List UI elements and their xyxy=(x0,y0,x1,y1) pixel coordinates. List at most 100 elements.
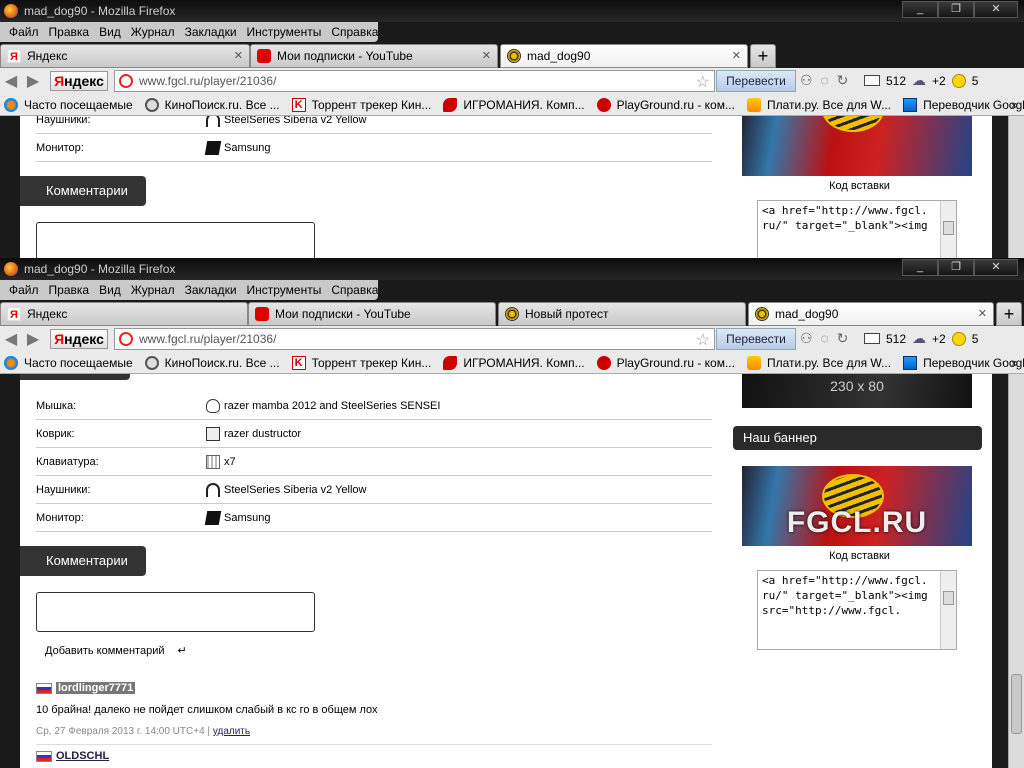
page-gutter xyxy=(992,374,1008,768)
translate-button[interactable]: Перевести xyxy=(716,328,796,350)
bookmark-igromania[interactable]: ИГРОМАНИЯ. Комп... xyxy=(443,97,585,112)
chevron-right-icon[interactable]: » xyxy=(1011,97,1018,112)
tab-mad-dog90[interactable]: mad_dog90 ✕ xyxy=(748,302,994,326)
bookmark-playground[interactable]: PlayGround.ru - ком... xyxy=(596,97,735,112)
menu-history[interactable]: Журнал xyxy=(126,25,180,39)
menu-file[interactable]: Файл xyxy=(4,283,44,297)
url-bar[interactable]: www.fgcl.ru/player/21036/ ☆ xyxy=(114,70,715,92)
mail-icon[interactable] xyxy=(864,75,880,86)
back-arrow-icon[interactable]: ◀ xyxy=(0,329,22,349)
delete-comment-link[interactable]: удалить xyxy=(213,726,250,737)
tab-close-icon[interactable]: ✕ xyxy=(482,49,491,62)
tab-close-icon[interactable]: ✕ xyxy=(978,307,987,320)
embed-code-textarea[interactable]: <a href="http://www.fgcl.ru/" target="_b… xyxy=(757,570,957,650)
menu-bookmarks[interactable]: Закладки xyxy=(180,25,242,39)
firefox-icon xyxy=(4,262,18,276)
menu-history[interactable]: Журнал xyxy=(126,283,180,297)
forward-arrow-icon[interactable]: ▶ xyxy=(22,71,44,91)
textarea-scrollbar[interactable] xyxy=(940,571,956,649)
bookmark-igromania[interactable]: ИГРОМАНИЯ. Комп... xyxy=(443,355,585,370)
scrollbar-thumb[interactable] xyxy=(943,591,954,605)
bookmarks-bar: Часто посещаемые КиноПоиск.ru. Все ... K… xyxy=(0,352,1024,374)
menu-edit[interactable]: Правка xyxy=(44,283,95,297)
tab-yandex[interactable]: Я Яндекс ✕ xyxy=(0,44,250,68)
yandex-bar-icon[interactable] xyxy=(951,73,966,88)
comment-text: 10 брайна! далеко не пойдет слишком слаб… xyxy=(36,704,378,716)
scrollbar-thumb[interactable] xyxy=(943,221,954,235)
bookmark-torrent[interactable]: K Торрент трекер Кин... xyxy=(291,97,431,112)
author-link[interactable]: OLDSCHL xyxy=(56,750,109,762)
yandex-logo[interactable]: Яндекс xyxy=(50,329,108,349)
weather-temp: +2 xyxy=(932,73,946,88)
yandex-bar-icon[interactable] xyxy=(951,331,966,346)
bookmark-star-icon[interactable]: ☆ xyxy=(696,330,710,350)
menu-edit[interactable]: Правка xyxy=(44,25,95,39)
forward-arrow-icon[interactable]: ▶ xyxy=(22,329,44,349)
back-arrow-icon[interactable]: ◀ xyxy=(0,71,22,91)
tab-youtube[interactable]: Мои подписки - YouTube ✕ xyxy=(250,44,498,68)
tab-youtube[interactable]: Мои подписки - YouTube xyxy=(248,302,496,326)
film-reel-icon xyxy=(144,97,159,112)
maximize-button[interactable]: ❐ xyxy=(938,1,974,18)
yandex-logo[interactable]: Яндекс xyxy=(50,71,108,91)
bookmark-plati[interactable]: Плати.ру. Все для W... xyxy=(746,97,891,112)
weather-icon[interactable]: ☁ xyxy=(912,72,926,89)
close-button[interactable]: ✕ xyxy=(974,259,1018,276)
close-button[interactable]: ✕ xyxy=(974,1,1018,18)
bookmark-star-icon[interactable]: ☆ xyxy=(696,72,710,92)
embed-code-label: Код вставки xyxy=(829,180,890,192)
bookmark-kinopoisk[interactable]: КиноПоиск.ru. Все ... xyxy=(144,355,280,370)
page-scrollbar-thumb[interactable] xyxy=(1011,674,1022,734)
bookmark-frequent[interactable]: Часто посещаемые xyxy=(4,355,133,370)
textarea-scrollbar[interactable] xyxy=(940,201,956,258)
tab-yandex[interactable]: Я Яндекс xyxy=(0,302,248,326)
menu-help[interactable]: Справка xyxy=(326,283,383,297)
tab-close-icon[interactable]: ✕ xyxy=(732,49,741,62)
menu-tools[interactable]: Инструменты xyxy=(242,283,327,297)
igromania-icon xyxy=(443,97,458,112)
page-content: Мышка: razer mamba 2012 and SteelSeries … xyxy=(0,374,1024,768)
comment-input[interactable] xyxy=(36,222,315,258)
maximize-button[interactable]: ❐ xyxy=(938,259,974,276)
banner-image[interactable]: FGCL.RU xyxy=(742,466,972,546)
banner-image[interactable] xyxy=(742,116,972,176)
tab-mad-dog90[interactable]: mad_dog90 ✕ xyxy=(500,44,748,68)
page-scrollbar[interactable] xyxy=(1008,374,1024,768)
bookmark-frequent[interactable]: Часто посещаемые xyxy=(4,97,133,112)
author-link[interactable]: lordlinger7771 xyxy=(56,682,136,694)
add-comment-button[interactable]: Добавить комментарий ↵ xyxy=(45,644,187,657)
reader-refresh-icon[interactable]: ⚇ ◌ ↻ xyxy=(800,330,850,347)
tab-close-icon[interactable]: ✕ xyxy=(234,49,243,62)
mail-icon[interactable] xyxy=(864,333,880,344)
menu-file[interactable]: Файл xyxy=(4,25,44,39)
bookmark-kinopoisk[interactable]: КиноПоиск.ru. Все ... xyxy=(144,97,280,112)
bookmark-torrent[interactable]: K Торрент трекер Кин... xyxy=(291,355,431,370)
bookmark-playground[interactable]: PlayGround.ru - ком... xyxy=(596,355,735,370)
weather-icon[interactable]: ☁ xyxy=(912,330,926,347)
minimize-button[interactable]: _ xyxy=(902,259,938,276)
bookmark-plati[interactable]: Плати.ру. Все для W... xyxy=(746,355,891,370)
embed-code-textarea[interactable]: <a href="http://www.fgcl.ru/" target="_b… xyxy=(757,200,957,258)
fgcl-logo-icon xyxy=(822,116,884,132)
chevron-right-icon[interactable]: » xyxy=(1011,355,1018,370)
page-scrollbar[interactable] xyxy=(1008,116,1024,258)
menu-view[interactable]: Вид xyxy=(94,25,126,39)
tab-label: Мои подписки - YouTube xyxy=(277,49,413,63)
menu-tools[interactable]: Инструменты xyxy=(242,25,327,39)
translate-button[interactable]: Перевести xyxy=(716,70,796,92)
menu-view[interactable]: Вид xyxy=(94,283,126,297)
banner-small[interactable]: 230 x 80 xyxy=(742,374,972,408)
bookmark-translate[interactable]: Переводчик Google xyxy=(903,97,1024,112)
new-tab-button[interactable]: + xyxy=(996,302,1022,326)
comment-author: lordlinger7771 xyxy=(36,682,136,694)
reader-refresh-icon[interactable]: ⚇ ◌ ↻ xyxy=(800,72,850,89)
menu-help[interactable]: Справка xyxy=(326,25,383,39)
menu-bookmarks[interactable]: Закладки xyxy=(180,283,242,297)
tab-new-protest[interactable]: Новый протест xyxy=(498,302,746,326)
bookmark-translate[interactable]: Переводчик Google xyxy=(903,355,1024,370)
minimize-button[interactable]: _ xyxy=(902,1,938,18)
new-tab-button[interactable]: + xyxy=(750,44,776,68)
cart-icon xyxy=(746,355,761,370)
url-bar[interactable]: www.fgcl.ru/player/21036/ ☆ xyxy=(114,328,715,350)
comment-input[interactable] xyxy=(36,592,315,632)
